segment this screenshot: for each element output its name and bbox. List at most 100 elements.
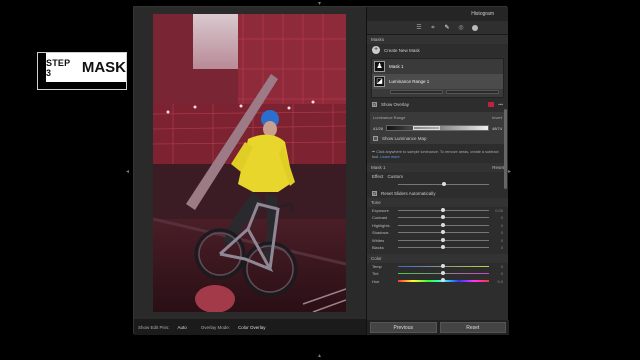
slider-label: Hue [372,278,380,284]
learn-more-link[interactable]: Learn more [380,155,399,159]
slider-knob[interactable] [440,230,445,235]
slider-knob[interactable] [440,278,445,283]
slider-blacks[interactable]: Blacks 0 [367,244,508,252]
crop-icon[interactable]: ⌗ [430,25,436,31]
tone-section-title: Tone [371,199,381,205]
slider-highlights[interactable]: Highlights 0 [367,222,508,230]
slider-knob[interactable] [440,222,445,227]
slider-track[interactable] [398,237,489,242]
left-panel-arrow-icon[interactable]: ◂ [126,168,129,175]
show-luminance-map-checkbox[interactable] [373,136,378,141]
slider-label: Temp [372,263,382,269]
slider-value[interactable]: 0 [493,264,503,269]
slider-contrast[interactable]: Contrast 0 [367,214,508,222]
slider-track[interactable] [398,215,489,220]
show-luminance-map-toggle[interactable]: Show Luminance Map [373,133,502,141]
slider-track[interactable] [398,207,489,212]
slider-track[interactable] [398,278,489,283]
slider-tint[interactable]: Tint 0 [367,270,508,278]
slider-track[interactable] [398,230,489,235]
panel-scrollbar[interactable] [504,109,507,189]
eyedropper-icon[interactable]: ✒ [372,150,375,154]
sample-info: ✒ Click anywhere to sample luminance. To… [367,147,508,163]
slider-value[interactable]: 0 [493,238,503,243]
slider-label: Tint [372,271,379,277]
overlay-mode-dropdown[interactable]: Color Overlay [238,325,266,330]
brush-icon[interactable]: ✎ [444,25,450,31]
slider-value[interactable]: 0 [493,245,503,250]
edit-sliders-icon[interactable]: ☰ [416,25,422,31]
effect-dropdown[interactable]: Custom [387,174,403,179]
previous-button[interactable]: Previous [370,322,437,333]
effect-row: Effect Custom [367,172,508,181]
slider-shadows[interactable]: Shadows 0 [367,229,508,237]
show-overlay-checkbox[interactable]: ✓ [372,102,377,107]
masks-section-header[interactable]: Masks [367,35,508,44]
slider-value[interactable]: 0.00 [493,208,503,213]
slider-knob[interactable] [440,245,445,250]
invert-toggle[interactable]: Invert [492,115,502,120]
right-panel-arrow-icon[interactable]: ▸ [508,168,511,175]
effect-amount-slider[interactable] [367,181,508,189]
slider-whites[interactable]: Whites 0 [367,237,508,245]
slider-track[interactable] [398,271,489,276]
redeye-icon[interactable]: ◎ [458,25,464,31]
slider-track[interactable] [398,245,489,250]
reset-sliders-toggle[interactable]: ✓ Reset Sliders Automatically [367,189,508,198]
mask-thumbnail-icon: ♟ [374,61,385,72]
slider-value[interactable]: 0 [493,271,503,276]
add-button[interactable] [390,90,443,94]
slider-exposure[interactable]: Exposure 0.00 [367,207,508,215]
slider-value[interactable]: 0 [493,230,503,235]
create-new-mask-button[interactable]: + Create New Mask [367,44,508,56]
subtract-button[interactable] [446,90,499,94]
slider-value[interactable]: 0 [493,215,503,220]
plus-icon: + [372,46,380,54]
histogram-header[interactable]: Histogram [367,7,508,21]
slider-label: Exposure [372,207,389,213]
slider-track[interactable] [398,222,489,227]
overlay-color-swatch[interactable] [488,102,495,107]
reset-sliders-checkbox[interactable]: ✓ [372,190,377,196]
show-overlay-toggle[interactable]: ✓ Show Overlay ••• [367,100,508,109]
tone-sliders: Exposure 0.00 Contrast 0 Highlights 0 Shadows 0… [367,207,508,252]
masking-icon[interactable] [472,24,478,31]
slider-knob[interactable] [440,215,445,220]
slider-value[interactable]: 0 [493,223,503,228]
photo-canvas-area [134,7,366,319]
tool-strip: ☰ ⌗ ✎ ◎ [367,21,508,35]
photo-preview[interactable] [153,14,346,312]
mask-adjust-header[interactable]: Mask 1 Reset [367,163,508,172]
slider-value[interactable]: 0.0 [493,279,503,284]
slider-hue[interactable]: Hue 0.0 [367,278,508,286]
tone-section-header[interactable]: Tone [367,197,508,207]
slider-knob[interactable] [440,263,445,268]
slider-track[interactable] [398,263,489,268]
reset-sliders-label: Reset Sliders Automatically [381,190,436,196]
cyclist-photo-image [153,14,346,312]
slider-temp[interactable]: Temp 0 [367,263,508,271]
create-new-mask-label: Create New Mask [384,47,420,53]
video-frame: STEP 3 MASK ▾ ◂ ▸ ▴ Show Edit Pins: Auto… [0,0,640,360]
step-label: STEP 3 [46,57,71,78]
slider-knob[interactable] [440,237,445,242]
slider-knob[interactable] [441,182,446,187]
canvas-toolbar: Show Edit Pins: Auto Overlay Mode: Color… [134,319,366,335]
right-panel: Histogram ☰ ⌗ ✎ ◎ Masks + Create New Mas… [366,7,509,335]
mask-item-mask-1[interactable]: ♟ Mask 1 [372,59,503,74]
slider-knob[interactable] [440,271,445,276]
show-edit-pins-dropdown[interactable]: Auto [178,325,187,330]
luminance-range-slider[interactable] [386,125,489,131]
reset-button[interactable]: Reset [439,322,506,333]
slider-knob[interactable] [440,207,445,212]
bottom-arrow-icon[interactable]: ▴ [318,352,321,359]
more-options-icon[interactable]: ••• [498,102,503,107]
mask-adjust-title: Mask 1 [371,165,386,170]
mask-adjust-reset[interactable]: Reset [492,165,504,170]
luminance-low-value: 41/26 [373,125,384,131]
mask-item-luminance-range[interactable]: ◪ Luminance Range 1 [372,74,503,89]
color-section-header[interactable]: Color [367,253,508,263]
mask-item-label: Luminance Range 1 [389,79,430,84]
luminance-range-selection[interactable] [413,126,440,130]
step-badge: STEP 3 MASK [46,53,126,82]
